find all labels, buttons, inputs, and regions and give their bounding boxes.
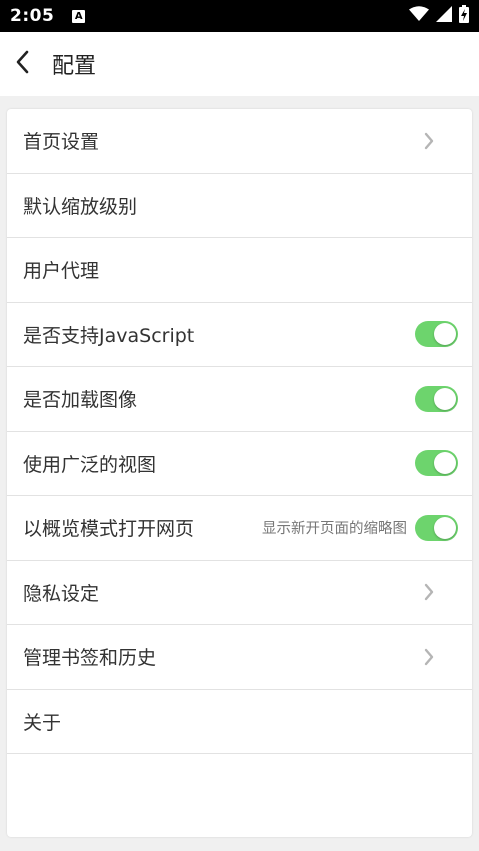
chevron-right-icon bbox=[418, 646, 440, 668]
settings-item-label: 使用广泛的视图 bbox=[23, 453, 157, 476]
settings-item-label: 用户代理 bbox=[23, 260, 100, 283]
settings-card: 首页设置 默认缩放级别 用户代理 是否支持JavaScript 是否加载图像 使… bbox=[7, 109, 472, 837]
settings-item-label: 首页设置 bbox=[23, 131, 100, 154]
overview-mode-toggle[interactable] bbox=[415, 514, 458, 541]
settings-item-default-zoom[interactable]: 默认缩放级别 bbox=[7, 174, 472, 238]
back-button[interactable] bbox=[0, 32, 44, 96]
settings-item-load-images[interactable]: 是否加载图像 bbox=[7, 367, 472, 432]
settings-item-bookmarks-history[interactable]: 管理书签和历史 bbox=[7, 625, 472, 690]
load-images-toggle[interactable] bbox=[415, 385, 458, 412]
battery-charging-icon bbox=[459, 5, 469, 27]
settings-item-about[interactable]: 关于 bbox=[7, 690, 472, 754]
settings-item-wide-view[interactable]: 使用广泛的视图 bbox=[7, 432, 472, 496]
chevron-left-icon bbox=[15, 50, 29, 78]
settings-item-javascript[interactable]: 是否支持JavaScript bbox=[7, 303, 472, 367]
status-bar: 2:05 A bbox=[0, 0, 479, 32]
toggle-knob bbox=[434, 452, 456, 475]
toggle-knob bbox=[434, 323, 456, 346]
cell-signal-icon bbox=[436, 6, 452, 26]
app-bar: 配置 bbox=[0, 32, 479, 96]
javascript-toggle[interactable] bbox=[415, 321, 458, 348]
wide-view-toggle[interactable] bbox=[415, 450, 458, 477]
settings-item-label: 是否支持JavaScript bbox=[23, 324, 195, 347]
settings-item-privacy[interactable]: 隐私设定 bbox=[7, 561, 472, 625]
toggle-knob bbox=[434, 516, 456, 539]
wifi-icon bbox=[409, 6, 429, 26]
settings-item-label: 关于 bbox=[23, 711, 62, 734]
settings-item-homepage[interactable]: 首页设置 bbox=[7, 109, 472, 174]
status-time: 2:05 bbox=[10, 6, 55, 26]
settings-item-label: 是否加载图像 bbox=[23, 389, 138, 412]
settings-item-hint: 显示新开页面的缩略图 bbox=[262, 521, 407, 538]
settings-item-label: 管理书签和历史 bbox=[23, 647, 157, 670]
settings-item-user-agent[interactable]: 用户代理 bbox=[7, 238, 472, 303]
settings-item-label: 默认缩放级别 bbox=[23, 195, 138, 218]
chevron-right-icon bbox=[418, 130, 440, 152]
settings-item-overview-mode[interactable]: 以概览模式打开网页 显示新开页面的缩略图 bbox=[7, 496, 472, 561]
settings-item-label: 隐私设定 bbox=[23, 582, 100, 605]
notification-a-icon: A bbox=[72, 9, 86, 23]
status-icons bbox=[409, 5, 469, 27]
settings-item-label: 以概览模式打开网页 bbox=[23, 518, 195, 541]
toggle-knob bbox=[434, 387, 456, 410]
page-title: 配置 bbox=[52, 54, 97, 79]
chevron-right-icon bbox=[418, 581, 440, 603]
